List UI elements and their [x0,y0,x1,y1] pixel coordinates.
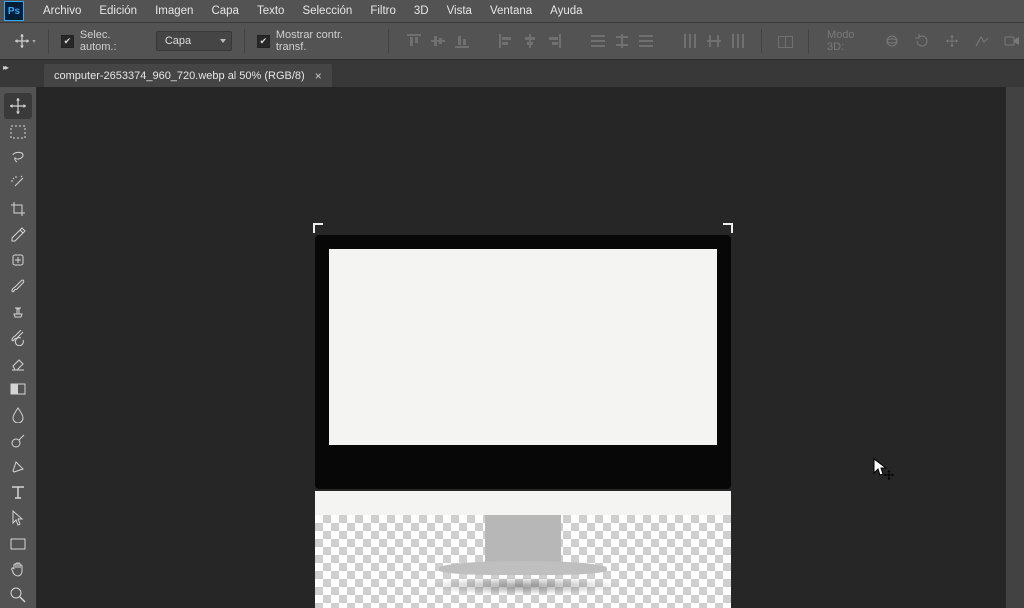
menu-select[interactable]: Selección [293,5,361,17]
align-bottom-icon[interactable] [451,30,473,52]
history-brush-tool[interactable] [4,325,32,351]
lasso-tool[interactable] [4,145,32,171]
menu-type[interactable]: Texto [248,5,294,17]
separator [244,29,245,53]
panel-dock-collapsed[interactable] [1005,87,1024,608]
distribute-v-group [587,30,657,52]
align-hcenter-icon[interactable] [519,30,541,52]
image-content [315,491,731,515]
healing-brush-tool[interactable] [4,248,32,274]
show-transform-checkbox[interactable]: ✔ [257,35,270,48]
dist-vcenter-icon[interactable] [611,30,633,52]
rectangular-marquee-tool[interactable] [4,119,32,145]
options-bar: ▾ ✔ Selec. autom.: Capa ✔ Mostrar contr.… [0,23,1024,60]
align-top-icon[interactable] [403,30,425,52]
distribute-h-group [679,30,749,52]
gradient-tool[interactable] [4,376,32,402]
slide-3d-icon[interactable] [972,31,992,51]
menu-help[interactable]: Ayuda [541,5,591,17]
brush-tool[interactable] [4,273,32,299]
image-content [485,515,561,569]
menu-bar: Ps Archivo Edición Imagen Capa Texto Sel… [0,0,1024,23]
close-tab-icon[interactable]: × [315,69,322,83]
layer-group-dropdown[interactable]: Capa [156,31,232,51]
mode3d-label: Modo 3D: [827,29,874,53]
document-tabs: computer-2653374_960_720.webp al 50% (RG… [0,60,1024,89]
auto-select-label: Selec. autom.: [80,29,150,53]
align-left-icon[interactable] [495,30,517,52]
align-vcenter-icon[interactable] [427,30,449,52]
menu-view[interactable]: Vista [438,5,481,17]
image-content [423,577,623,595]
separator [761,29,762,53]
app-logo: Ps [4,1,24,21]
dodge-tool[interactable] [4,428,32,454]
align-right-icon[interactable] [543,30,565,52]
blur-tool[interactable] [4,402,32,428]
auto-align-icon[interactable] [774,30,796,52]
auto-select-checkbox[interactable]: ✔ [61,35,74,48]
roll-3d-icon[interactable] [912,31,932,51]
camera-3d-icon[interactable] [1002,31,1022,51]
document-tab-title: computer-2653374_960_720.webp al 50% (RG… [54,70,305,82]
magic-wand-tool[interactable] [4,170,32,196]
transform-handle-tr[interactable] [723,223,733,233]
separator [48,29,49,53]
show-transform-label: Mostrar contr. transf. [276,29,376,53]
dist-left-icon[interactable] [679,30,701,52]
menu-3d[interactable]: 3D [405,5,438,17]
transform-handle-tl[interactable] [313,223,323,233]
dist-right-icon[interactable] [727,30,749,52]
eyedropper-tool[interactable] [4,222,32,248]
clone-stamp-tool[interactable] [4,299,32,325]
menu-file[interactable]: Archivo [34,5,90,17]
menu-layer[interactable]: Capa [202,5,248,17]
menu-filter[interactable]: Filtro [361,5,405,17]
type-tool[interactable] [4,479,32,505]
zoom-tool[interactable] [4,582,32,608]
crop-tool[interactable] [4,196,32,222]
menu-window[interactable]: Ventana [481,5,541,17]
dist-bottom-icon[interactable] [635,30,657,52]
workspace [0,87,1024,608]
collapse-panels-icon[interactable]: ▸▸ [0,60,10,74]
document-canvas[interactable] [315,225,731,608]
separator [808,29,809,53]
hand-tool[interactable] [4,557,32,583]
toolbox [0,87,37,608]
menu-edit[interactable]: Edición [90,5,146,17]
image-content [315,235,731,489]
move-tool[interactable] [4,93,32,119]
document-tab[interactable]: computer-2653374_960_720.webp al 50% (RG… [44,64,332,88]
path-selection-tool[interactable] [4,505,32,531]
align-edges-group [403,30,473,52]
eraser-tool[interactable] [4,351,32,377]
rectangle-tool[interactable] [4,531,32,557]
dist-top-icon[interactable] [587,30,609,52]
orbit-3d-icon[interactable] [883,31,903,51]
active-tool-indicator[interactable]: ▾ [14,30,36,52]
menu-image[interactable]: Imagen [146,5,202,17]
align-h-group [495,30,565,52]
pen-tool[interactable] [4,454,32,480]
separator [388,29,389,53]
dist-hcenter-icon[interactable] [703,30,725,52]
pan-3d-icon[interactable] [942,31,962,51]
canvas-area[interactable] [37,87,1005,608]
image-content [329,249,717,445]
